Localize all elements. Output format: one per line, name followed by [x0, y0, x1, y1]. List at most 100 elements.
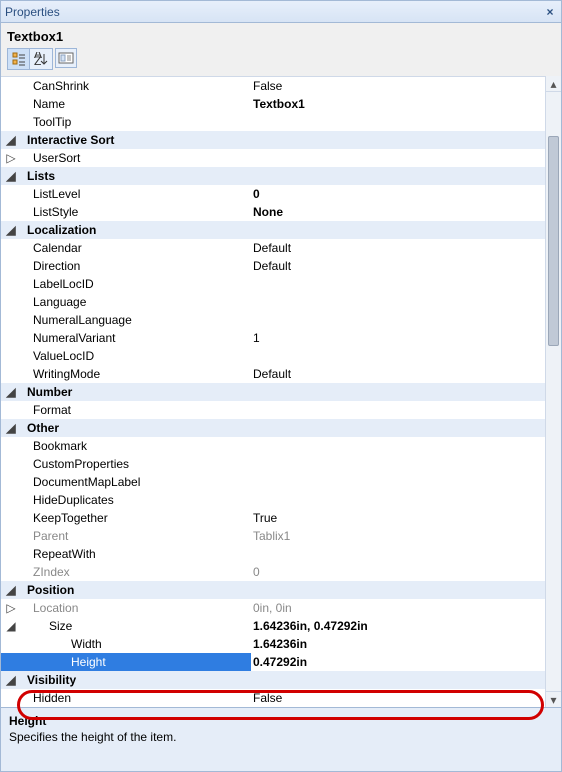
property-row[interactable]: NumeralVariant1 [1, 329, 545, 347]
property-value[interactable] [251, 311, 545, 329]
property-value[interactable] [251, 473, 545, 491]
property-value[interactable] [251, 455, 545, 473]
property-row[interactable]: NameTextbox1 [1, 95, 545, 113]
expand-toggle-icon[interactable]: ▷ [1, 599, 21, 617]
property-grid[interactable]: CanShrinkFalseNameTextbox1ToolTip◢Intera… [1, 76, 545, 707]
property-row[interactable]: WritingModeDefault [1, 365, 545, 383]
property-value[interactable] [251, 437, 545, 455]
property-value[interactable]: False [251, 77, 545, 95]
expand-toggle-icon[interactable]: ◢ [1, 383, 21, 401]
property-row[interactable]: CanShrinkFalse [1, 77, 545, 95]
scroll-up-icon[interactable]: ▴ [546, 76, 561, 92]
property-row[interactable]: ◢Size1.64236in, 0.47292in [1, 617, 545, 635]
expand-toggle-icon[interactable]: ◢ [1, 131, 21, 149]
expand-toggle-icon[interactable]: ◢ [1, 617, 21, 635]
expand-toggle-icon [1, 491, 21, 509]
property-row[interactable]: CalendarDefault [1, 239, 545, 257]
category-header[interactable]: ◢Other [1, 419, 545, 437]
property-name: ListLevel [21, 185, 251, 203]
property-row[interactable]: Height0.47292in [1, 653, 545, 671]
property-row[interactable]: ParentTablix1 [1, 527, 545, 545]
property-row[interactable]: ListLevel0 [1, 185, 545, 203]
property-value[interactable]: None [251, 203, 545, 221]
close-icon[interactable]: × [543, 5, 557, 19]
expand-toggle-icon[interactable]: ◢ [1, 167, 21, 185]
property-value[interactable] [251, 347, 545, 365]
property-value[interactable] [251, 545, 545, 563]
property-row[interactable]: ToolTip [1, 113, 545, 131]
description-text: Specifies the height of the item. [9, 730, 553, 744]
description-pane: Height Specifies the height of the item. [1, 707, 561, 771]
property-pages-button[interactable] [55, 48, 77, 68]
property-value[interactable] [251, 293, 545, 311]
property-name: RepeatWith [21, 545, 251, 563]
scroll-thumb[interactable] [548, 136, 559, 346]
property-name: KeepTogether [21, 509, 251, 527]
property-value[interactable]: 1.64236in [251, 635, 545, 653]
property-value[interactable]: Default [251, 257, 545, 275]
property-row[interactable]: Bookmark [1, 437, 545, 455]
property-row[interactable]: ▷Location0in, 0in [1, 599, 545, 617]
property-row[interactable]: KeepTogetherTrue [1, 509, 545, 527]
svg-text:Z: Z [34, 54, 41, 66]
property-row[interactable]: Width1.64236in [1, 635, 545, 653]
category-header[interactable]: ◢Lists [1, 167, 545, 185]
property-value[interactable]: True [251, 509, 545, 527]
property-name: Calendar [21, 239, 251, 257]
property-value[interactable] [251, 149, 545, 167]
vertical-scrollbar[interactable]: ▴ ▾ [545, 76, 561, 707]
property-value[interactable] [251, 491, 545, 509]
expand-toggle-icon [1, 527, 21, 545]
titlebar: Properties × [1, 1, 561, 23]
property-value[interactable]: False [251, 689, 545, 707]
property-name: HideDuplicates [21, 491, 251, 509]
category-header[interactable]: ◢Number [1, 383, 545, 401]
expand-toggle-icon[interactable]: ◢ [1, 671, 21, 689]
property-value[interactable]: Textbox1 [251, 95, 545, 113]
property-row[interactable]: NumeralLanguage [1, 311, 545, 329]
expand-toggle-icon[interactable]: ▷ [1, 149, 21, 167]
property-grid-wrap: CanShrinkFalseNameTextbox1ToolTip◢Intera… [1, 76, 561, 707]
property-value[interactable]: Default [251, 239, 545, 257]
property-row[interactable]: DocumentMapLabel [1, 473, 545, 491]
expand-toggle-icon [1, 311, 21, 329]
property-row[interactable]: Language [1, 293, 545, 311]
property-value[interactable]: Default [251, 365, 545, 383]
property-row[interactable]: CustomProperties [1, 455, 545, 473]
expand-toggle-icon[interactable]: ◢ [1, 221, 21, 239]
expand-toggle-icon [1, 347, 21, 365]
property-value[interactable]: 0.47292in [251, 653, 545, 671]
property-row[interactable]: ValueLocID [1, 347, 545, 365]
property-name: Size [21, 617, 251, 635]
property-value[interactable] [251, 113, 545, 131]
property-row[interactable]: HiddenFalse [1, 689, 545, 707]
expand-toggle-icon[interactable]: ◢ [1, 419, 21, 437]
property-row[interactable]: RepeatWith [1, 545, 545, 563]
property-value[interactable] [251, 275, 545, 293]
property-row[interactable]: HideDuplicates [1, 491, 545, 509]
property-row[interactable]: DirectionDefault [1, 257, 545, 275]
scroll-down-icon[interactable]: ▾ [546, 691, 561, 707]
property-name: Lists [21, 167, 251, 185]
property-row[interactable]: ZIndex0 [1, 563, 545, 581]
property-value[interactable]: 0 [251, 185, 545, 203]
property-row[interactable]: ▷UserSort [1, 149, 545, 167]
property-value[interactable]: 1 [251, 329, 545, 347]
property-name: Language [21, 293, 251, 311]
category-header[interactable]: ◢Position [1, 581, 545, 599]
property-row[interactable]: ListStyleNone [1, 203, 545, 221]
property-row[interactable]: Format [1, 401, 545, 419]
property-name: ZIndex [21, 563, 251, 581]
selected-object-name[interactable]: Textbox1 [7, 27, 555, 48]
property-row[interactable]: LabelLocID [1, 275, 545, 293]
category-header[interactable]: ◢Visibility [1, 671, 545, 689]
property-value[interactable]: 1.64236in, 0.47292in [251, 617, 545, 635]
property-value[interactable] [251, 401, 545, 419]
expand-toggle-icon[interactable]: ◢ [1, 581, 21, 599]
categorized-button[interactable] [8, 49, 30, 69]
alphabetical-button[interactable]: A Z [30, 49, 52, 69]
category-header[interactable]: ◢Localization [1, 221, 545, 239]
category-header[interactable]: ◢Interactive Sort [1, 131, 545, 149]
property-name: Location [21, 599, 251, 617]
property-name: Bookmark [21, 437, 251, 455]
